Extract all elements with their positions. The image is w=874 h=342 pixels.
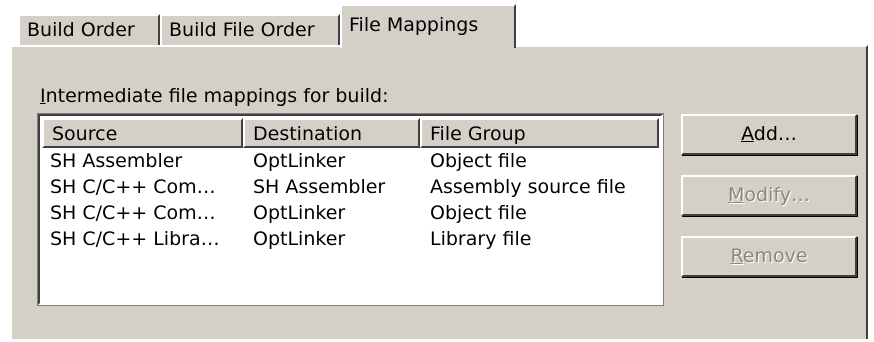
mappings-list[interactable]: Source Destination File Group SH Assembl… (37, 113, 664, 306)
add-button-label: Add… (741, 123, 797, 145)
modify-button-label: Modify… (728, 184, 810, 206)
column-header-source[interactable]: Source (42, 118, 243, 148)
cell-file-group: Object file (430, 202, 527, 224)
cell-file-group: Assembly source file (430, 176, 626, 198)
tab-file-mappings[interactable]: File Mappings (340, 4, 516, 48)
cell-destination: OptLinker (253, 150, 346, 172)
cell-source: SH Assembler (50, 150, 183, 172)
cell-destination: SH Assembler (253, 176, 386, 198)
remove-mnemonic: R (730, 245, 743, 267)
list-item[interactable]: SH C/C++ Com… SH Assembler Assembly sour… (40, 174, 659, 200)
cell-file-group: Library file (430, 228, 532, 250)
add-button[interactable]: Add… (681, 114, 857, 155)
tab-build-file-order[interactable]: Build File Order (160, 14, 340, 45)
remove-button-label: Remove (730, 245, 807, 267)
cell-source: SH C/C++ Libra… (50, 228, 220, 250)
cell-destination: OptLinker (253, 202, 346, 224)
modify-button[interactable]: Modify… (681, 175, 857, 216)
remove-button[interactable]: Remove (681, 236, 857, 277)
add-label-rest: dd… (753, 123, 797, 145)
cell-destination: OptLinker (253, 228, 346, 250)
cell-file-group: Object file (430, 150, 527, 172)
column-header-destination[interactable]: Destination (243, 118, 420, 148)
list-item[interactable]: SH C/C++ Com… OptLinker Object file (40, 200, 659, 226)
modify-mnemonic: M (728, 184, 745, 206)
remove-label-rest: emove (742, 245, 808, 267)
tab-build-order[interactable]: Build Order (18, 14, 160, 45)
cell-source: SH C/C++ Com… (50, 176, 216, 198)
file-mappings-dialog: Build Order Build File Order File Mappin… (0, 0, 874, 342)
cell-source: SH C/C++ Com… (50, 202, 216, 224)
mappings-caption: Intermediate file mappings for build: (40, 85, 388, 107)
add-mnemonic: A (741, 123, 754, 145)
list-item[interactable]: SH C/C++ Libra… OptLinker Library file (40, 226, 659, 252)
list-item[interactable]: SH Assembler OptLinker Object file (40, 148, 659, 174)
caption-text: ntermediate file mappings for build: (45, 85, 389, 107)
column-header-file-group[interactable]: File Group (420, 118, 659, 148)
modify-label-rest: odify… (744, 184, 810, 206)
